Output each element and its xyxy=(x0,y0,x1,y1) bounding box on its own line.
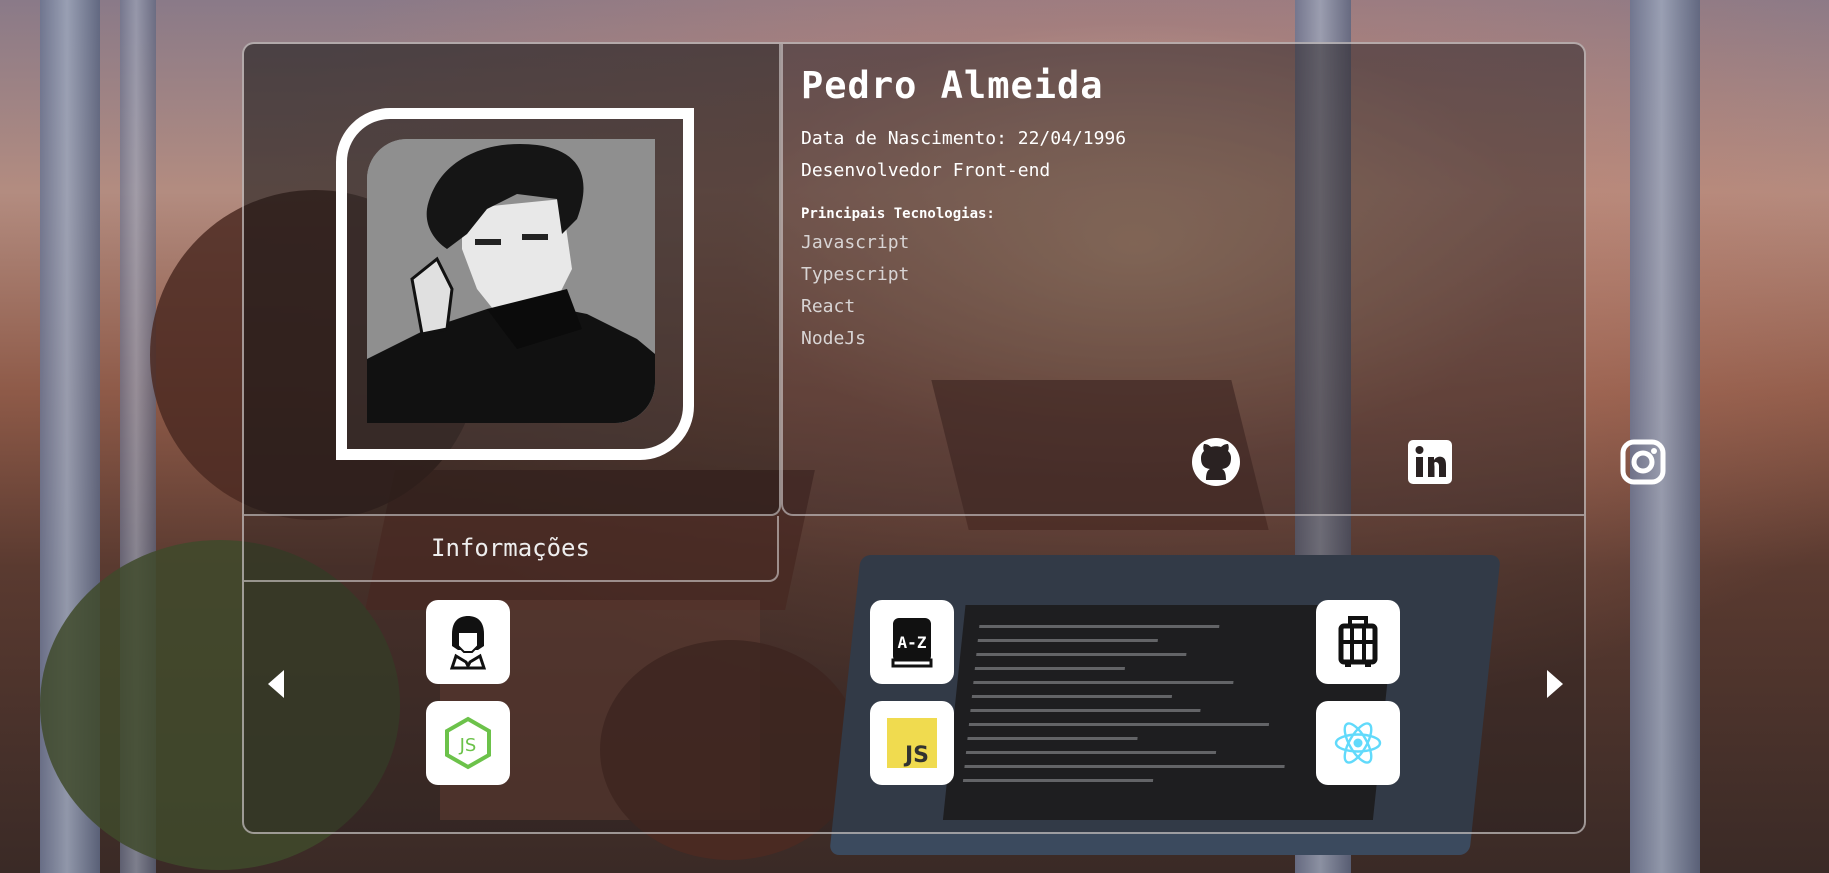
carousel-tile-react[interactable] xyxy=(1316,701,1400,785)
github-icon xyxy=(1192,438,1240,486)
github-link[interactable] xyxy=(1190,436,1242,488)
avatar-frame xyxy=(336,108,694,460)
linkedin-icon xyxy=(1408,440,1452,484)
instagram-link[interactable] xyxy=(1617,436,1669,488)
carousel-tile-dictionary[interactable]: A-Z xyxy=(870,600,954,684)
svg-text:JS: JS xyxy=(903,743,929,768)
tech-item: NodeJs xyxy=(801,328,867,349)
instagram-icon xyxy=(1620,439,1666,485)
tech-list: Javascript Typescript React NodeJs xyxy=(801,232,909,360)
tech-item: Typescript xyxy=(801,264,910,285)
react-icon xyxy=(1334,722,1382,764)
javascript-icon: JS xyxy=(887,718,937,768)
carousel-prev-button[interactable] xyxy=(260,664,290,704)
nodejs-icon: JS xyxy=(445,716,491,770)
tab-informacoes[interactable]: Informações xyxy=(244,516,779,582)
avatar-portrait-icon xyxy=(449,616,487,670)
job-role: Desenvolvedor Front-end xyxy=(801,160,1051,181)
linkedin-link[interactable] xyxy=(1404,436,1456,488)
dictionary-icon: A-Z xyxy=(891,618,933,668)
carousel-tile-avatar[interactable] xyxy=(426,600,510,684)
carousel-tile-javascript[interactable]: JS xyxy=(870,701,954,785)
info-panel: Pedro Almeida Data de Nascimento: 22/04/… xyxy=(781,44,1666,516)
chevron-left-icon xyxy=(268,670,284,698)
carousel-tile-luggage[interactable] xyxy=(1316,600,1400,684)
chevron-right-icon xyxy=(1547,670,1563,698)
avatar-panel xyxy=(244,44,781,516)
tech-item: React xyxy=(801,296,856,317)
profile-card: Pedro Almeida Data de Nascimento: 22/04/… xyxy=(242,42,1666,834)
tech-heading: Principais Tecnologias: xyxy=(801,206,995,222)
svg-text:JS: JS xyxy=(459,735,477,756)
avatar xyxy=(367,139,655,423)
profile-name: Pedro Almeida xyxy=(801,64,1104,107)
svg-text:A-Z: A-Z xyxy=(898,633,927,652)
carousel-tile-nodejs[interactable]: JS xyxy=(426,701,510,785)
tech-item: Javascript xyxy=(801,232,910,253)
luggage-icon xyxy=(1338,616,1378,667)
birth-date: Data de Nascimento: 22/04/1996 xyxy=(801,128,1127,149)
carousel-next-button[interactable] xyxy=(1541,664,1571,704)
